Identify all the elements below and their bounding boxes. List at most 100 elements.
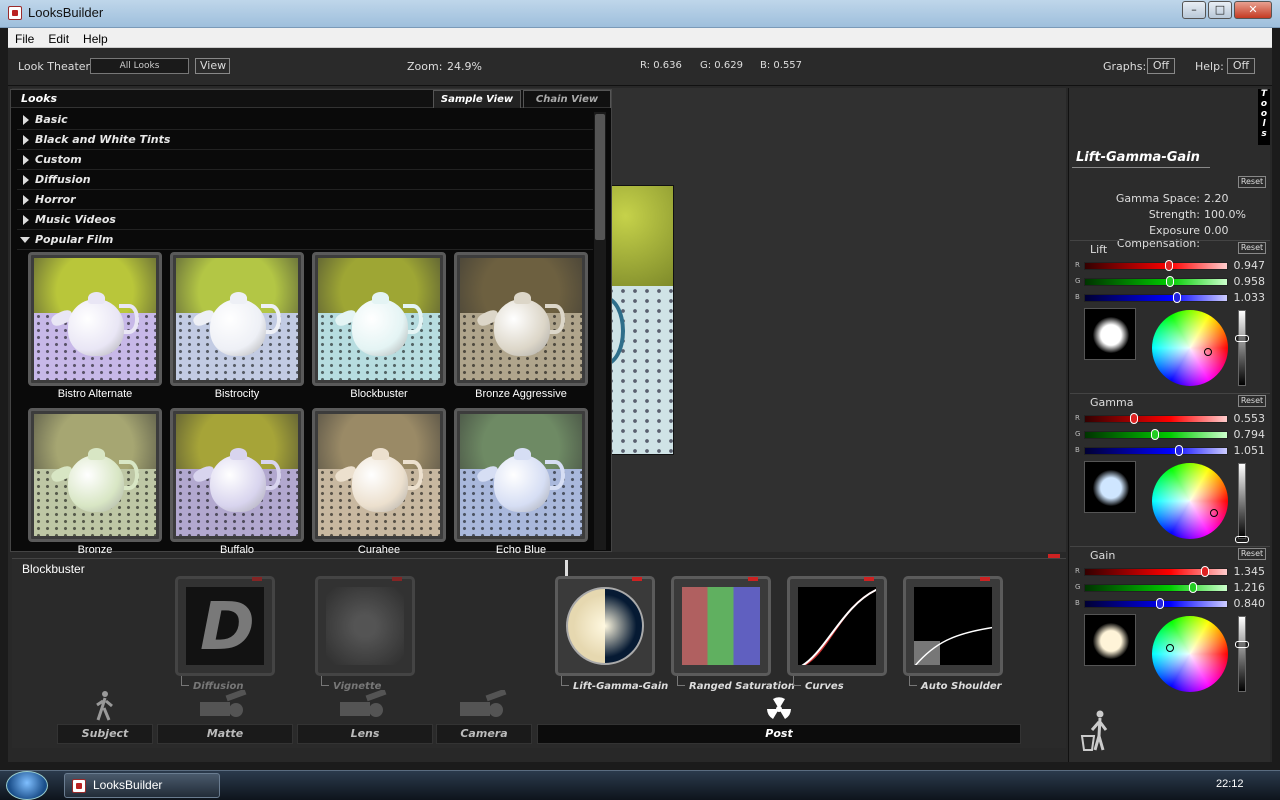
scrollbar-thumb[interactable] [595,114,605,240]
help-toggle[interactable]: Off [1227,58,1255,74]
look-thumbnail[interactable] [312,252,446,386]
section-reset-button[interactable]: Reset [1238,242,1266,254]
category-tab-lens[interactable]: Lens [297,724,433,744]
luminance-bar[interactable] [1235,463,1249,543]
look-thumbnail[interactable] [312,408,446,542]
channel-slider[interactable] [1084,584,1228,592]
slot-remove-tag[interactable] [864,577,874,581]
channel-value[interactable]: 0.794 [1225,428,1266,441]
channel-value[interactable]: 1.345 [1225,565,1266,578]
minimize-button[interactable]: – [1182,1,1206,19]
luminance-knob[interactable] [1235,536,1249,543]
color-wheel[interactable] [1152,463,1228,539]
slider-knob[interactable] [1165,260,1173,271]
expand-triangle-icon [23,155,29,165]
chain-slot-lift-gamma-gain[interactable] [555,576,655,676]
channel-value[interactable]: 0.840 [1225,597,1266,610]
category-music-videos[interactable]: Music Videos [17,210,593,230]
channel-value[interactable]: 0.958 [1225,275,1266,288]
wheel-handle[interactable] [1210,509,1218,517]
slider-knob[interactable] [1189,582,1197,593]
chain-slot-auto-shoulder[interactable] [903,576,1003,676]
channel-value[interactable]: 1.216 [1225,581,1266,594]
taskbar-app-button[interactable]: LooksBuilder [64,773,220,798]
slider-knob[interactable] [1201,566,1209,577]
section-reset-button[interactable]: Reset [1238,548,1266,560]
look-theater-select[interactable]: All Looks [90,58,189,74]
luminance-bar[interactable] [1235,310,1249,386]
trash-icon[interactable] [1078,708,1112,752]
category-tab-subject[interactable]: Subject [57,724,153,744]
category-custom[interactable]: Custom [17,150,593,170]
category-basic[interactable]: Basic [17,110,593,130]
look-thumbnail[interactable] [454,252,588,386]
category-label: Custom [35,153,82,166]
section-reset-button[interactable]: Reset [1238,395,1266,407]
look-thumbnail-label: Bronze Aggressive [475,388,567,400]
chain-slot-vignette[interactable] [315,576,415,676]
title-bar: LooksBuilder – □ ✕ [0,0,1280,28]
slider-knob[interactable] [1175,445,1183,456]
luminance-knob[interactable] [1235,335,1249,342]
category-tab-post[interactable]: Post [537,724,1021,744]
tab-sample-view[interactable]: Sample View [433,90,521,108]
category-popular-film[interactable]: Popular Film [17,230,593,250]
look-thumbnail[interactable] [170,252,304,386]
look-thumbnail[interactable] [454,408,588,542]
slider-knob[interactable] [1156,598,1164,609]
slider-knob[interactable] [1130,413,1138,424]
channel-slider[interactable] [1084,447,1228,455]
close-button[interactable]: ✕ [1234,1,1272,19]
category-horror[interactable]: Horror [17,190,593,210]
view-button[interactable]: View [195,58,230,74]
color-wheel[interactable] [1152,616,1228,692]
looks-scrollbar[interactable] [594,112,606,550]
look-thumbnail[interactable] [28,408,162,542]
slider-knob[interactable] [1173,292,1181,303]
tools-tab[interactable]: Tools [1258,89,1270,145]
slot-remove-tag[interactable] [748,577,758,581]
chain-slot-ranged-saturation[interactable] [671,576,771,676]
param-value[interactable]: 2.20 [1204,192,1229,205]
channel-value[interactable]: 1.033 [1225,291,1266,304]
chain-slot-label: Ranged Saturation [689,681,795,692]
channel-slider[interactable] [1084,262,1228,270]
channel-value[interactable]: 0.553 [1225,412,1266,425]
category-black-and-white-tints[interactable]: Black and White Tints [17,130,593,150]
channel-value[interactable]: 0.947 [1225,259,1266,272]
slot-remove-tag[interactable] [392,577,402,581]
menu-edit[interactable]: Edit [41,30,76,48]
tab-chain-view[interactable]: Chain View [523,90,611,108]
look-thumbnail[interactable] [28,252,162,386]
slot-remove-tag[interactable] [252,577,262,581]
luminance-bar[interactable] [1235,616,1249,692]
chain-collapse-tag[interactable] [1048,554,1060,558]
look-thumbnail-label: Curahee [357,544,401,556]
wheel-handle[interactable] [1204,348,1212,356]
reset-all-button[interactable]: Reset [1238,176,1266,188]
chain-slot-diffusion[interactable]: D [175,576,275,676]
wheel-handle[interactable] [1166,644,1174,652]
slot-remove-tag[interactable] [980,577,990,581]
menu-help[interactable]: Help [76,30,115,48]
slot-remove-tag[interactable] [632,577,642,581]
start-button[interactable] [6,771,48,800]
channel-slider[interactable] [1084,278,1228,286]
param-value[interactable]: 0.00 [1204,224,1229,237]
category-tab-matte[interactable]: Matte [157,724,293,744]
color-wheel[interactable] [1152,310,1228,386]
look-thumbnail[interactable] [170,408,304,542]
menu-file[interactable]: File [8,30,41,48]
slider-knob[interactable] [1151,429,1159,440]
category-diffusion[interactable]: Diffusion [17,170,593,190]
category-tab-camera[interactable]: Camera [436,724,532,744]
graphs-toggle[interactable]: Off [1147,58,1175,74]
param-value[interactable]: 100.0% [1204,208,1246,221]
luminance-knob[interactable] [1235,641,1249,648]
channel-slider[interactable] [1084,294,1228,302]
slider-knob[interactable] [1166,276,1174,287]
channel-slider[interactable] [1084,415,1228,423]
channel-value[interactable]: 1.051 [1225,444,1266,457]
maximize-button[interactable]: □ [1208,1,1232,19]
chain-slot-curves[interactable] [787,576,887,676]
